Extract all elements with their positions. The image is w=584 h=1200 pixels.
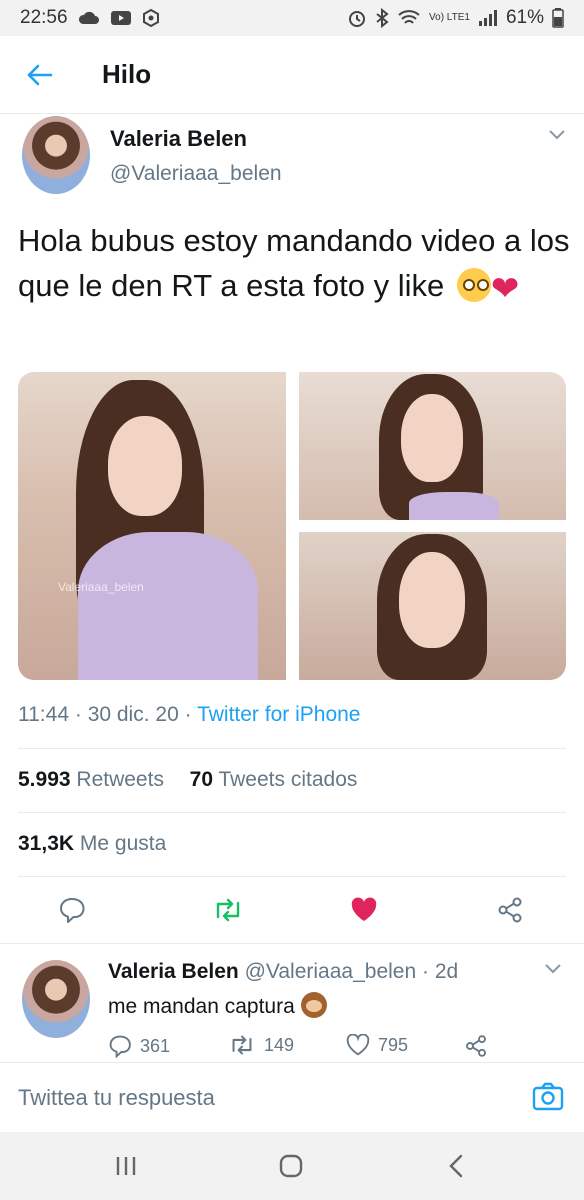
reply-like-button[interactable]: 795: [346, 1034, 408, 1056]
heart-filled-icon: [351, 897, 377, 921]
recent-apps-button[interactable]: [106, 1150, 146, 1182]
photo-watermark: Valeriaaa_belen: [58, 580, 144, 594]
page-title: Hilo: [102, 59, 152, 89]
reply-retweet-count: 149: [264, 1034, 295, 1055]
network-label: Vo) LTE1: [429, 12, 470, 23]
status-time: 22:56: [20, 7, 68, 28]
tweet-time: 11:44: [18, 703, 69, 726]
reply-like-count: 795: [378, 1034, 409, 1055]
reply-retweet-button[interactable]: 149: [228, 1034, 294, 1056]
system-nav-bar: [0, 1132, 584, 1200]
retweet-label[interactable]: Retweets: [76, 768, 164, 791]
reply-actions: 361 149 795: [108, 1034, 548, 1062]
chevron-down-icon: [545, 964, 561, 974]
share-icon: [466, 1035, 486, 1057]
meta-separator: ·: [422, 960, 429, 983]
reply-share-button[interactable]: [464, 1034, 488, 1058]
like-button[interactable]: [346, 892, 382, 928]
reply-author-handle[interactable]: @Valeriaaa_belen: [245, 960, 417, 983]
arrow-left-icon: [27, 64, 53, 85]
battery-icon: [552, 8, 564, 28]
reply-input[interactable]: Twittea tu respuesta: [18, 1085, 215, 1111]
divider: [0, 943, 584, 944]
recent-apps-icon: [116, 1157, 136, 1175]
reply-menu-button[interactable]: [544, 962, 562, 980]
top-app-bar: Hilo: [0, 36, 584, 114]
tweet-menu-button[interactable]: [548, 128, 566, 146]
signal-icon: [478, 9, 498, 27]
media-grid: Valeriaaa_belen: [18, 372, 566, 680]
tweet-actions: [0, 882, 584, 938]
camera-button[interactable]: [532, 1081, 564, 1116]
retweet-count[interactable]: 5.993: [18, 768, 71, 791]
photo-1[interactable]: Valeriaaa_belen: [18, 372, 286, 680]
meta-separator: ·: [184, 703, 192, 726]
retweet-button[interactable]: [210, 892, 246, 928]
heart-outline-icon: [346, 1034, 370, 1056]
camera-icon: [532, 1082, 564, 1111]
reply-count: 361: [140, 1035, 171, 1056]
bluetooth-icon: [375, 8, 389, 28]
rolling-eyes-emoji-icon: [456, 268, 491, 302]
share-button[interactable]: [492, 892, 528, 928]
meta-separator: ·: [74, 703, 82, 726]
tweet-timestamp: 11:44 · 30 dic. 20 · Twitter for iPhone: [18, 703, 360, 727]
status-bar: 22:56 Vo) LTE1 61%: [0, 0, 584, 36]
divider: [18, 748, 566, 749]
photo-2[interactable]: [299, 372, 566, 520]
home-button[interactable]: [271, 1150, 311, 1182]
quote-count[interactable]: 70: [190, 768, 213, 791]
retweet-icon: [232, 1035, 252, 1055]
photo-3[interactable]: [299, 532, 566, 680]
quote-label[interactable]: Tweets citados: [218, 768, 357, 791]
author-handle[interactable]: @Valeriaaa_belen: [110, 162, 282, 186]
reply-avatar[interactable]: [22, 960, 90, 1038]
battery-percent: 61%: [505, 7, 544, 28]
reply-reply-button[interactable]: 361: [108, 1034, 170, 1058]
share-icon: [498, 897, 522, 923]
reply-composer: Twittea tu respuesta: [0, 1062, 584, 1132]
home-icon: [279, 1154, 303, 1178]
red-heart-emoji-icon: ❤: [490, 270, 520, 308]
retweet-stats: 5.993 Retweets 70 Tweets citados: [18, 768, 357, 792]
back-button[interactable]: [0, 36, 80, 114]
photo-face-shape: [108, 416, 182, 516]
settings-hex-icon: [142, 9, 160, 27]
see-no-evil-monkey-emoji-icon: [300, 992, 327, 1018]
cloud-icon: [78, 11, 100, 25]
divider: [18, 812, 566, 813]
tweet-source-link[interactable]: Twitter for iPhone: [197, 703, 360, 726]
alarm-icon: [347, 8, 367, 28]
wifi-icon: [397, 9, 421, 27]
chevron-left-icon: [449, 1154, 463, 1178]
like-label[interactable]: Me gusta: [80, 832, 166, 855]
back-nav-button[interactable]: [436, 1150, 476, 1182]
tweet-date: 30 dic. 20: [87, 703, 179, 726]
photo-face-shape: [399, 552, 465, 648]
tweet-text: Hola bubus estoy mandando video a los qu…: [18, 218, 574, 312]
reply-text: me mandan captura: [108, 992, 327, 1019]
youtube-icon: [110, 10, 132, 26]
reply-header: Valeria Belen @Valeriaaa_belen · 2d: [108, 960, 458, 984]
like-stats: 31,3K Me gusta: [18, 832, 166, 856]
reply-body: me mandan captura: [108, 995, 295, 1018]
reply-age: 2d: [434, 960, 459, 983]
chevron-down-icon: [549, 130, 565, 140]
like-count[interactable]: 31,3K: [18, 832, 74, 855]
reply-button[interactable]: [54, 892, 90, 928]
photo-clothing-shape: [409, 492, 499, 520]
divider: [18, 876, 566, 877]
reply-author-name[interactable]: Valeria Belen: [108, 960, 239, 983]
avatar[interactable]: [22, 116, 90, 194]
comment-icon: [60, 898, 85, 923]
photo-clothing-shape: [78, 532, 258, 680]
author-name[interactable]: Valeria Belen: [110, 126, 247, 152]
photo-face-shape: [401, 394, 463, 482]
retweet-icon: [216, 898, 240, 922]
comment-icon: [109, 1035, 131, 1058]
